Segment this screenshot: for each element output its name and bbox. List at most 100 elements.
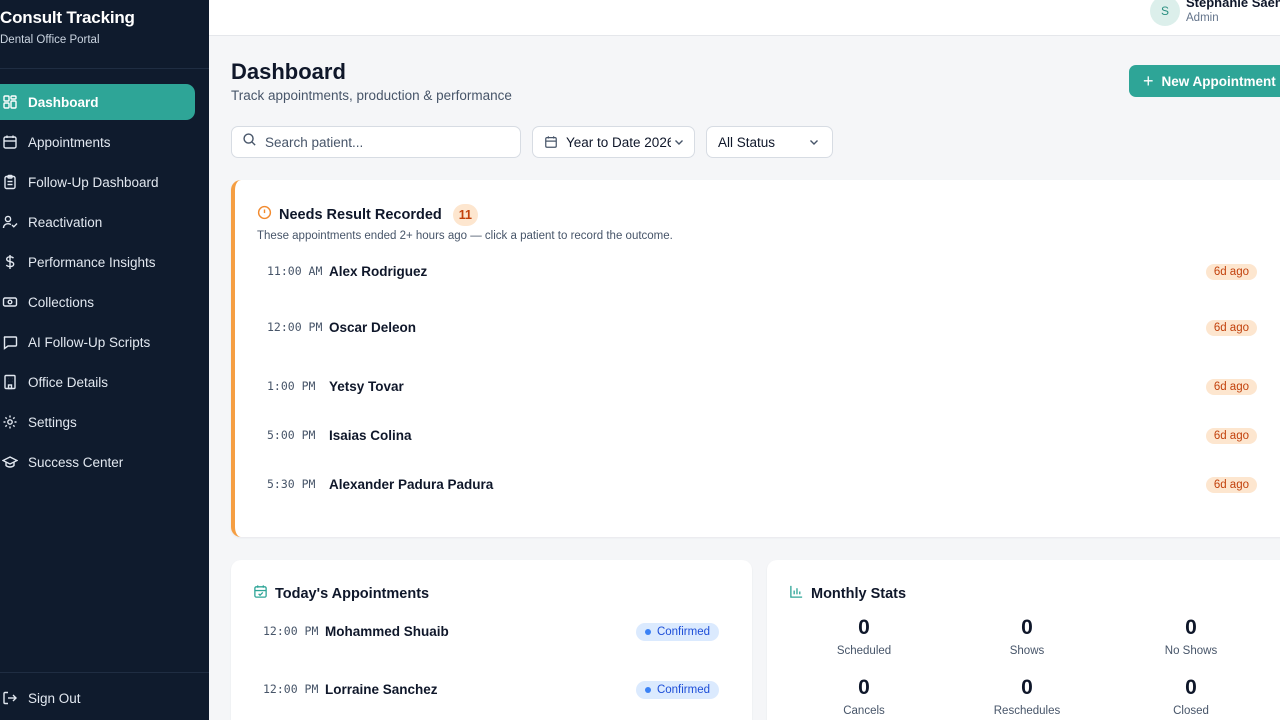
chevron-down-icon [810, 140, 818, 145]
status-label: Confirmed [656, 625, 710, 638]
sidebar-item-collections[interactable]: Collections [0, 284, 195, 320]
patient-name[interactable]: Lorraine Sanchez [325, 682, 438, 697]
appointment-time: 11:00 AM [267, 264, 323, 278]
clipboard-icon [2, 174, 18, 190]
stat-no-shows: 0 No Shows [1111, 616, 1271, 657]
stat-label: Closed [1173, 705, 1209, 717]
sidebar-item-label: Follow-Up Dashboard [28, 174, 159, 190]
stat-label: No Shows [1164, 645, 1218, 657]
patient-name[interactable]: Yetsy Tovar [329, 379, 404, 394]
list-item[interactable]: 12:00 PM Mohammed Shuaib Confirmed [263, 622, 719, 641]
sidebar-item-dashboard[interactable]: Dashboard [0, 84, 195, 120]
plus-icon: + [1143, 71, 1154, 91]
bar-chart-icon [789, 584, 811, 604]
stat-value: 0 [858, 676, 870, 699]
date-range-select[interactable]: Year to Date 2026 [532, 126, 695, 158]
stat-value: 0 [1021, 616, 1033, 639]
sidebar-divider [0, 68, 209, 69]
time-ago-badge: 6d ago [1205, 427, 1257, 444]
list-item[interactable]: 1:00 PM Yetsy Tovar 6d ago [267, 378, 1257, 395]
avatar[interactable]: S [1150, 0, 1180, 26]
needs-result-title: Needs Result Recorded [279, 207, 442, 223]
gear-icon [2, 414, 18, 430]
sidebar-item-reactivation[interactable]: Reactivation [0, 204, 195, 240]
sidebar-nav: Dashboard Appointments Follow-Up Dashboa… [0, 84, 195, 484]
logout-icon [2, 690, 18, 706]
brand-subtitle: Dental Office Portal [0, 34, 100, 46]
list-item[interactable]: 12:00 PM Lorraine Sanchez Confirmed [263, 680, 719, 699]
needs-result-card: Needs Result Recorded 11 These appointme… [231, 180, 1280, 537]
appointment-time: 12:00 PM [263, 682, 319, 696]
status-value: All Status [718, 134, 776, 150]
calendar-check-icon [253, 584, 275, 604]
stat-reschedules: 0 Reschedules [947, 676, 1107, 717]
needs-result-description: These appointments ended 2+ hours ago — … [257, 230, 673, 242]
appointment-time: 12:00 PM [267, 320, 323, 334]
sidebar-item-label: Dashboard [28, 94, 99, 110]
list-item[interactable]: 11:00 AM Alex Rodriguez 6d ago [267, 263, 1257, 280]
appointment-time: 1:00 PM [267, 379, 316, 393]
stat-closed: 0 Closed [1111, 676, 1271, 717]
patient-name[interactable]: Alex Rodriguez [329, 264, 427, 279]
stat-label: Shows [1009, 645, 1045, 657]
sidebar-item-success-center[interactable]: Success Center [0, 444, 195, 480]
status-select[interactable]: All Status [706, 126, 833, 158]
status-badge: Confirmed [635, 622, 719, 641]
time-ago-badge: 6d ago [1205, 319, 1257, 336]
sidebar-item-label: Appointments [28, 134, 111, 150]
time-ago-badge: 6d ago [1205, 476, 1257, 493]
sign-out-label: Sign Out [28, 690, 81, 706]
sidebar-item-ai-follow-up-scripts[interactable]: AI Follow-Up Scripts [0, 324, 195, 360]
todays-appointments-title: Today's Appointments [275, 586, 430, 602]
sidebar-item-performance-insights[interactable]: Performance Insights [0, 244, 195, 280]
todays-appointments-header: Today's Appointments [253, 584, 429, 604]
page-title: Dashboard [231, 59, 346, 84]
search-input[interactable] [265, 134, 505, 150]
time-ago-badge: 6d ago [1205, 378, 1257, 395]
patient-name[interactable]: Oscar Deleon [329, 320, 416, 335]
sidebar-item-label: Success Center [28, 454, 124, 470]
patient-name[interactable]: Isaias Colina [329, 428, 412, 443]
page-subtitle: Track appointments, production & perform… [231, 88, 512, 103]
dollar-icon [2, 254, 18, 270]
dashboard-icon [2, 94, 18, 110]
stat-scheduled: 0 Scheduled [784, 616, 944, 657]
sidebar-item-label: Collections [28, 294, 95, 310]
search-box[interactable] [231, 126, 521, 158]
status-dot [644, 686, 651, 693]
sign-out-button[interactable]: Sign Out [0, 690, 81, 706]
date-range-value: Year to Date 2026 [566, 134, 671, 150]
list-item[interactable]: 5:00 PM Isaias Colina 6d ago [267, 427, 1257, 444]
sidebar-item-label: Performance Insights [28, 254, 156, 270]
user-name[interactable]: Stephanie Saenz [1186, 0, 1280, 10]
list-item[interactable]: 5:30 PM Alexander Padura Padura 6d ago [267, 476, 1257, 493]
new-appointment-button[interactable]: + New Appointment [1129, 65, 1280, 97]
sidebar-item-follow-up-dashboard[interactable]: Follow-Up Dashboard [0, 164, 195, 200]
calendar-icon [2, 134, 18, 150]
user-check-icon [2, 214, 18, 230]
sidebar-item-appointments[interactable]: Appointments [0, 124, 195, 160]
patient-name[interactable]: Mohammed Shuaib [325, 624, 449, 639]
status-dot [644, 628, 651, 635]
calendar-icon [545, 136, 557, 148]
sidebar-item-office-details[interactable]: Office Details [0, 364, 195, 400]
new-appointment-label: New Appointment [1161, 73, 1276, 89]
sidebar: Consult Tracking Dental Office Portal Da… [0, 0, 209, 720]
sidebar-item-label: Reactivation [28, 214, 103, 230]
time-ago-badge: 6d ago [1205, 263, 1257, 280]
stat-value: 0 [1021, 676, 1033, 699]
sidebar-item-settings[interactable]: Settings [0, 404, 195, 440]
status-label: Confirmed [656, 683, 710, 696]
brand: Consult Tracking Dental Office Portal [0, 8, 135, 46]
message-icon [2, 334, 18, 350]
todays-appointments-card: Today's Appointments 12:00 PM Mohammed S… [231, 560, 752, 720]
stat-label: Cancels [843, 705, 885, 717]
stat-cancels: 0 Cancels [784, 676, 944, 717]
patient-name[interactable]: Alexander Padura Padura [329, 477, 493, 492]
monthly-stats-card: Monthly Stats 0 Scheduled 0 Shows 0 No S… [767, 560, 1280, 720]
stat-label: Reschedules [993, 705, 1061, 717]
top-bar: S Stephanie Saenz Admin [209, 0, 1280, 36]
list-item[interactable]: 12:00 PM Oscar Deleon 6d ago [267, 319, 1257, 336]
appointment-time: 12:00 PM [263, 624, 319, 638]
building-icon [2, 374, 18, 390]
